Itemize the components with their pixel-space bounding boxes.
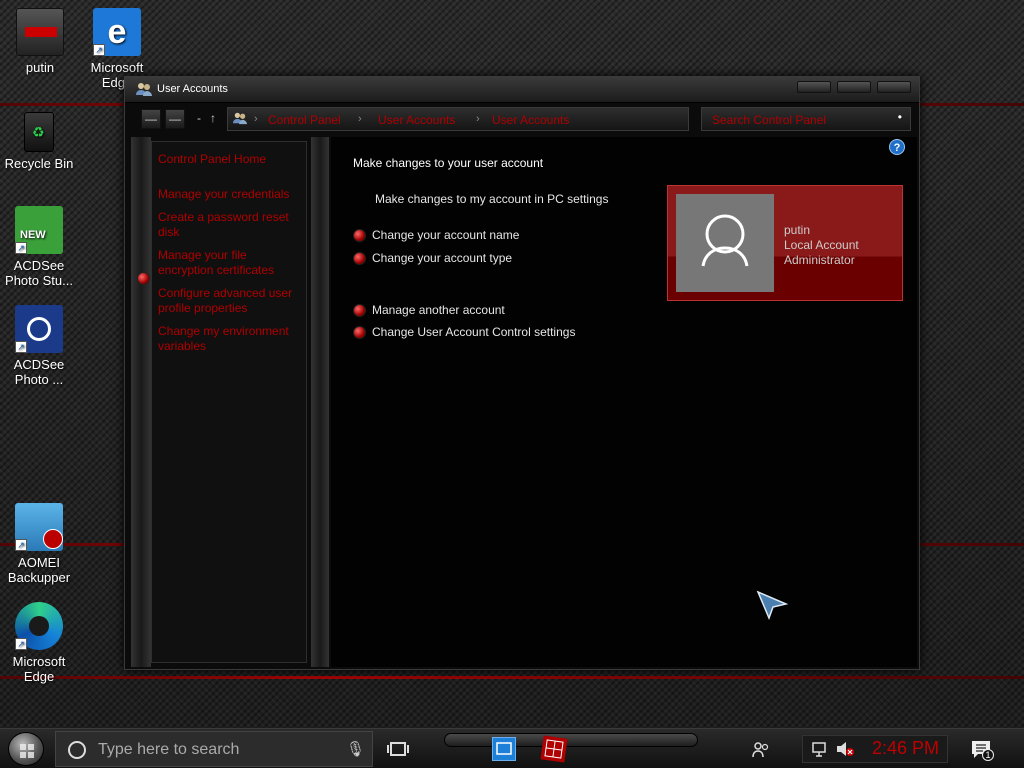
start-button[interactable] <box>8 732 44 766</box>
edge-legacy-icon: e ↗ <box>93 8 141 56</box>
desktop-icon-label: ACDSee Photo Stu... <box>5 258 73 288</box>
desktop-accent-line <box>0 676 1024 679</box>
search-input[interactable]: Search Control Panel • <box>701 107 911 131</box>
task-label: Change your account name <box>372 228 520 242</box>
address-bar: — — - ↑ › Control Panel › User Accounts … <box>135 107 911 131</box>
folder-icon <box>16 8 64 56</box>
breadcrumb-user-accounts[interactable]: User Accounts <box>378 113 455 127</box>
forward-button[interactable]: — <box>165 109 185 129</box>
title-bar[interactable]: User Accounts <box>125 77 919 103</box>
file-encryption-link[interactable]: Manage your file encryption certificates <box>158 248 300 278</box>
admin-shield-icon <box>353 252 366 266</box>
people-icon[interactable] <box>750 739 774 763</box>
task-label: Make changes to my account in PC setting… <box>375 192 609 206</box>
pane-divider-rail <box>311 137 329 667</box>
breadcrumb-user-accounts-current[interactable]: User Accounts <box>492 113 569 127</box>
help-button[interactable]: ? <box>889 139 905 155</box>
main-content: ? Make changes to your user account Make… <box>331 137 917 667</box>
uac-settings-link[interactable]: Change User Account Control settings <box>353 325 576 340</box>
change-account-type-link[interactable]: Change your account type <box>353 251 513 266</box>
shortcut-arrow-icon: ↗ <box>15 539 27 551</box>
user-accounts-window: User Accounts — — - ↑ › Control Panel › … <box>124 76 920 670</box>
desktop-icon-aomei[interactable]: ↗ AOMEI Backupper <box>0 503 79 585</box>
breadcrumb-control-panel[interactable]: Control Panel <box>268 113 341 127</box>
password-reset-disk-link[interactable]: Create a password reset disk <box>158 210 300 240</box>
task-view-icon[interactable] <box>386 737 410 761</box>
edge-icon: ↗ <box>15 602 63 650</box>
left-navigation-pane: Control Panel Home Manage your credentia… <box>151 141 307 663</box>
camera-icon: ↗ <box>15 305 63 353</box>
back-button[interactable]: — <box>141 109 161 129</box>
page-title: Make changes to your user account <box>353 156 544 170</box>
change-account-name-link[interactable]: Change your account name <box>353 228 520 243</box>
dock-decoration <box>444 733 698 747</box>
control-panel-home-link[interactable]: Control Panel Home <box>158 152 300 167</box>
shortcut-arrow-icon: ↗ <box>93 44 105 56</box>
up-button[interactable]: ↑ <box>203 109 223 129</box>
breadcrumb-separator: › <box>476 113 480 125</box>
volume-muted-icon[interactable] <box>835 740 855 761</box>
desktop-icon-label: Recycle Bin <box>4 156 74 171</box>
shortcut-arrow-icon: ↗ <box>15 242 27 254</box>
app-taskbar-icon[interactable] <box>540 735 568 763</box>
task-label: Manage another account <box>372 303 505 317</box>
mouse-cursor-icon <box>756 590 788 620</box>
notification-count-badge: 1 <box>982 749 994 761</box>
left-frame-rail <box>131 137 151 667</box>
task-label: Change User Account Control settings <box>372 325 576 339</box>
user-avatar-icon <box>701 214 749 267</box>
admin-shield-icon <box>353 304 366 318</box>
account-card: putin Local Account Administrator <box>667 185 903 301</box>
pc-settings-link[interactable]: Make changes to my account in PC setting… <box>375 192 608 206</box>
desktop-icon-user-folder[interactable]: putin <box>0 8 80 75</box>
desktop-icon-label: AOMEI Backupper <box>7 555 71 585</box>
action-center-icon[interactable]: 1 <box>970 739 994 763</box>
close-button[interactable] <box>877 81 911 93</box>
control-panel-taskbar-icon[interactable] <box>492 737 516 761</box>
desktop-icon-edge[interactable]: ↗ Microsoft Edge <box>0 602 79 684</box>
taskbar-search-box[interactable]: Type here to search 🎙 <box>55 731 373 767</box>
microphone-icon[interactable]: 🎙 <box>346 740 365 758</box>
desktop-icon-acdsee-photo[interactable]: ↗ ACDSee Photo ... <box>0 305 79 387</box>
minimize-button[interactable] <box>797 81 831 93</box>
recycle-bin-icon: ♻ <box>24 112 54 152</box>
desktop-icon-label: ACDSee Photo ... <box>13 357 65 387</box>
taskbar-search-placeholder: Type here to search <box>98 741 240 758</box>
network-icon[interactable] <box>811 740 831 761</box>
account-role: Administrator <box>784 253 855 267</box>
desktop-icon-recycle-bin[interactable]: ♻ Recycle Bin <box>0 112 79 171</box>
taskbar: Type here to search 🎙 2:46 PM 1 <box>0 728 1024 768</box>
desktop-icon-label: Microsoft Edge <box>12 654 66 684</box>
admin-shield-icon <box>353 229 366 243</box>
desktop-icon-label: putin <box>25 60 55 75</box>
environment-variables-link[interactable]: Change my environment variables <box>158 324 300 354</box>
acdsee-whats-new-icon: NEW ↗ <box>15 206 63 254</box>
desktop-icon-acdsee-studio[interactable]: NEW ↗ ACDSee Photo Stu... <box>0 206 79 288</box>
shortcut-arrow-icon: ↗ <box>15 341 27 353</box>
users-icon <box>135 81 153 100</box>
advanced-profile-link[interactable]: Configure advanced user profile properti… <box>158 286 300 316</box>
search-placeholder: Search Control Panel <box>712 113 827 127</box>
taskbar-clock[interactable]: 2:46 PM <box>872 738 939 759</box>
admin-shield-icon <box>137 272 150 285</box>
windows-logo-icon <box>20 744 34 758</box>
window-title: User Accounts <box>157 83 228 95</box>
manage-another-account-link[interactable]: Manage another account <box>353 303 505 318</box>
breadcrumb-separator: › <box>358 113 362 125</box>
breadcrumb-separator: › <box>254 113 258 125</box>
users-icon <box>232 111 248 128</box>
account-name: putin <box>784 223 811 237</box>
search-icon[interactable]: • <box>898 110 902 124</box>
avatar <box>676 194 774 292</box>
cortana-icon <box>68 741 86 759</box>
manage-credentials-link[interactable]: Manage your credentials <box>158 187 300 202</box>
task-label: Change your account type <box>372 251 513 265</box>
admin-shield-icon <box>353 326 366 340</box>
breadcrumb[interactable]: › Control Panel › User Accounts › User A… <box>227 107 689 131</box>
shortcut-arrow-icon: ↗ <box>15 638 27 650</box>
backup-icon: ↗ <box>15 503 63 551</box>
account-type: Local Account <box>784 238 859 252</box>
maximize-button[interactable] <box>837 81 871 93</box>
